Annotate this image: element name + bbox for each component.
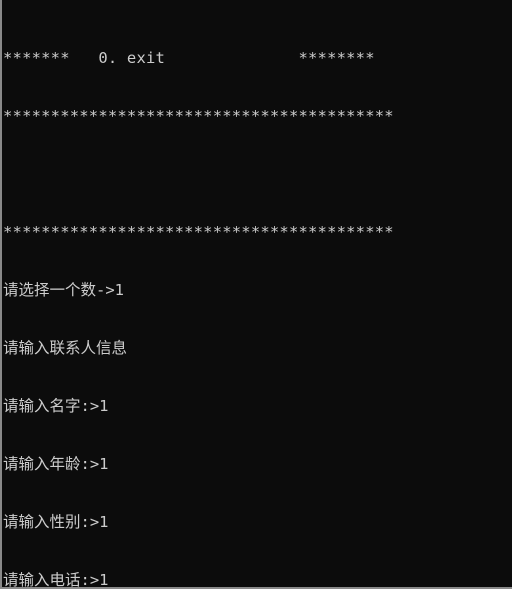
terminal-line-menu-exit-partial: ******* 0. exit ********: [3, 49, 375, 68]
terminal-line-separator: ****************************************…: [3, 223, 394, 242]
console-window[interactable]: ******* 0. exit ******** ***************…: [0, 0, 512, 589]
terminal-line-prompt-choose: 请选择一个数->1: [3, 281, 124, 300]
terminal-line-prompt-gender: 请输入性别:>1: [3, 513, 109, 532]
console-output-text: ******* 0. exit ******** ***************…: [2, 0, 509, 589]
terminal-line-prompt-age: 请输入年龄:>1: [3, 455, 109, 474]
terminal-line-separator: ****************************************…: [3, 107, 394, 126]
terminal-line-prompt-phone: 请输入电话:>1: [3, 571, 109, 589]
terminal-line-prompt-name: 请输入名字:>1: [3, 397, 109, 416]
terminal-line-enter-contact-info: 请输入联系人信息: [3, 339, 128, 358]
